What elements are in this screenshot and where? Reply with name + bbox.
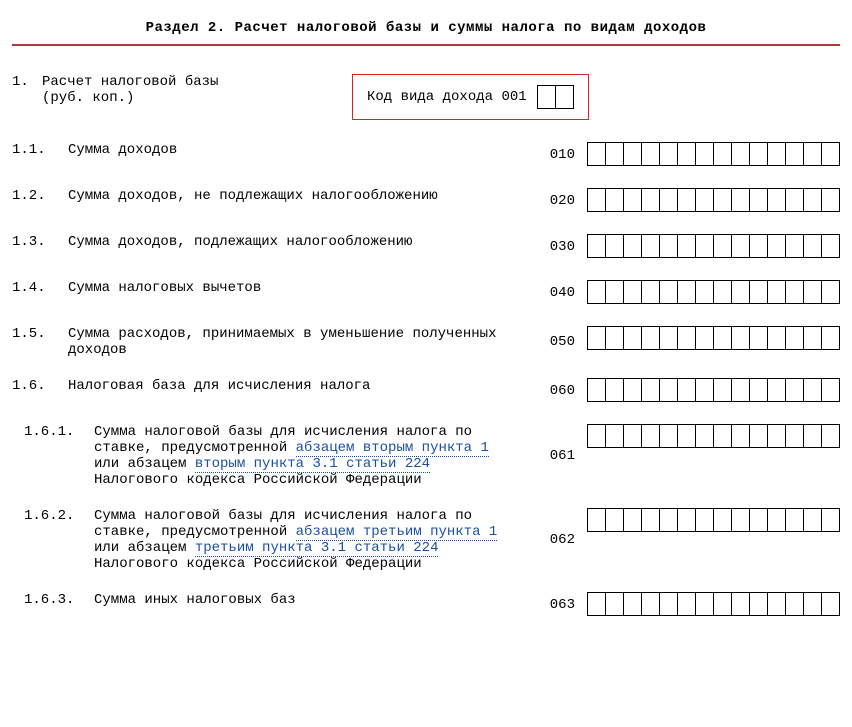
item-number: 1.4. [12, 280, 68, 296]
item-number: 1.2. [12, 188, 68, 204]
line-code: 060 [531, 383, 587, 399]
row-1-6-1: 1.6.1. Сумма налоговой базы для исчислен… [24, 424, 840, 488]
code-label: Код вида дохода 001 [367, 89, 527, 105]
value-cells[interactable] [587, 326, 840, 350]
item-number: 1.1. [12, 142, 68, 158]
item-label: Расчет налоговой базы (руб. коп.) [42, 74, 218, 106]
line-code: 010 [531, 147, 587, 163]
line-code: 050 [531, 334, 587, 350]
value-cells[interactable] [587, 234, 840, 258]
item-label: Сумма доходов, не подлежащих налогооблож… [68, 188, 531, 204]
label-line-2: (руб. коп.) [42, 90, 134, 106]
income-type-code-box: Код вида дохода 001 [352, 74, 589, 120]
form-row: 1.5.Сумма расходов, принимаемых в уменьш… [12, 326, 840, 358]
value-cells[interactable] [587, 508, 840, 532]
item-number: 1.6.1. [24, 424, 94, 440]
value-cells[interactable] [587, 188, 840, 212]
link-abz-three-p1[interactable]: абзацем третьим пункта 1 [296, 524, 498, 541]
line-code: 062 [531, 532, 587, 548]
code-input-cells[interactable] [537, 85, 574, 109]
form-row: 1.6.Налоговая база для исчисления налога… [12, 378, 840, 404]
section-title: Раздел 2. Расчет налоговой базы и суммы … [12, 20, 840, 46]
item-label: Сумма доходов, подлежащих налогообложени… [68, 234, 531, 250]
row-1-6-2: 1.6.2. Сумма налоговой базы для исчислен… [24, 508, 840, 572]
form-row: 1.1.Сумма доходов010 [12, 142, 840, 168]
line-code: 040 [531, 285, 587, 301]
item-number: 1.3. [12, 234, 68, 250]
top-row: 1. Расчет налоговой базы (руб. коп.) Код… [12, 74, 840, 120]
value-cells[interactable] [587, 592, 840, 616]
item-label: Сумма расходов, принимаемых в уменьшение… [68, 326, 531, 358]
line-code: 061 [531, 448, 587, 464]
form-row: 1.2.Сумма доходов, не подлежащих налогоо… [12, 188, 840, 214]
item-number: 1.6.2. [24, 508, 94, 524]
link-abz-two-p31-224[interactable]: вторым пункта 3.1 статьи 224 [195, 456, 430, 473]
item-label: Налоговая база для исчисления налога [68, 378, 531, 394]
label-line-1: Расчет налоговой базы [42, 74, 218, 90]
value-cells[interactable] [587, 280, 840, 304]
value-cells[interactable] [587, 424, 840, 448]
form-row: 1.4.Сумма налоговых вычетов040 [12, 280, 840, 306]
line-code: 020 [531, 193, 587, 209]
value-cells[interactable] [587, 142, 840, 166]
item-label: Сумма налоговой базы для исчисления нало… [94, 424, 531, 488]
line-code: 030 [531, 239, 587, 255]
item-number: 1. [12, 74, 42, 90]
item-number: 1.6.3. [24, 592, 94, 608]
line-code: 063 [531, 597, 587, 613]
item-label: Сумма иных налоговых баз [94, 592, 531, 608]
item-number: 1.5. [12, 326, 68, 342]
link-abz-three-p31-224[interactable]: третьим пункта 3.1 статьи 224 [195, 540, 439, 557]
value-cells[interactable] [587, 378, 840, 402]
form-row: 1.3.Сумма доходов, подлежащих налогообло… [12, 234, 840, 260]
item-number: 1.6. [12, 378, 68, 394]
item-label: Сумма налоговых вычетов [68, 280, 531, 296]
row-1-6-3: 1.6.3. Сумма иных налоговых баз 063 [24, 592, 840, 618]
item-label: Сумма доходов [68, 142, 531, 158]
link-abz-two-p1[interactable]: абзацем вторым пункта 1 [296, 440, 489, 457]
item-label: Сумма налоговой базы для исчисления нало… [94, 508, 531, 572]
